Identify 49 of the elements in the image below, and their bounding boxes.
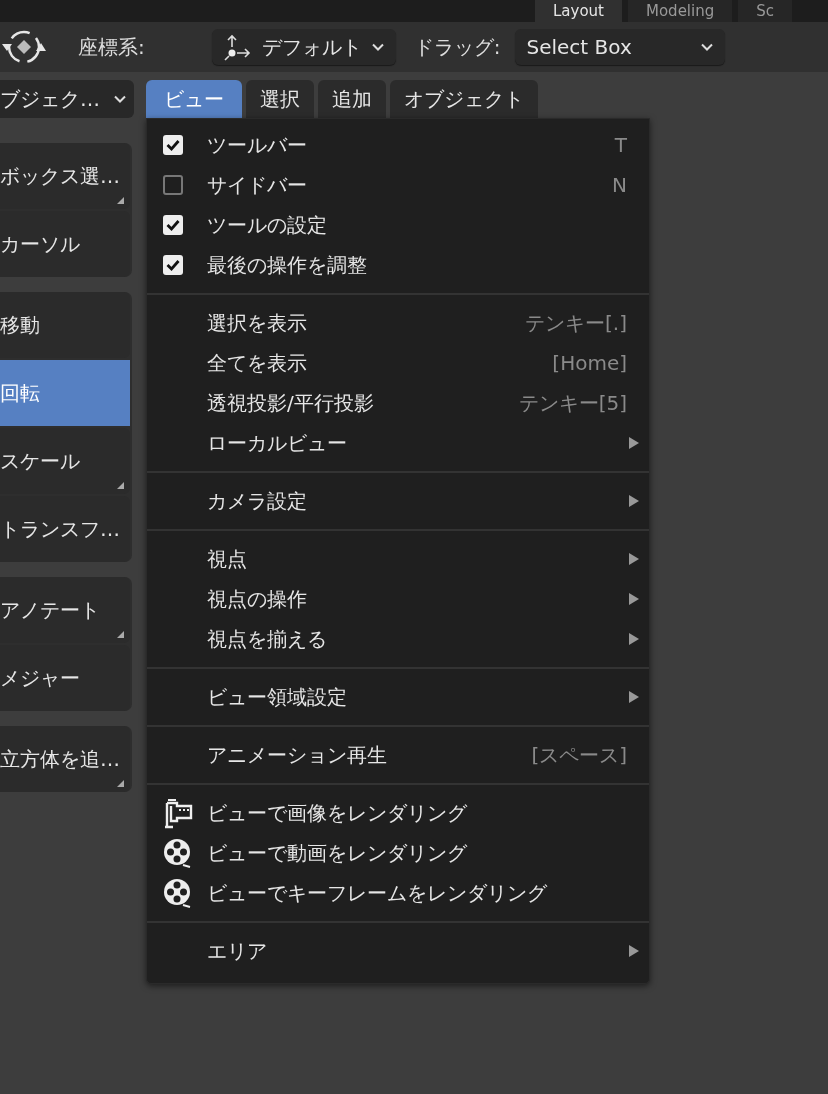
menu-item[interactable]: カメラ設定 (147, 481, 649, 521)
submenu-arrow-icon (629, 437, 639, 449)
menu-item[interactable]: 透視投影/平行投影 テンキー[5] (147, 383, 649, 423)
orientation-label: 座標系: (78, 33, 145, 61)
submenu-arrow-icon (629, 553, 639, 565)
menu-tab[interactable]: オブジェクト (390, 80, 538, 118)
checkbox[interactable] (163, 215, 183, 235)
axes-icon (223, 33, 252, 61)
checkbox[interactable] (163, 135, 183, 155)
menu-tab[interactable]: 追加 (318, 80, 386, 118)
menu-item[interactable]: ローカルビュー (147, 423, 649, 463)
chevron-icon (700, 43, 713, 51)
submenu-arrow-icon (629, 691, 639, 703)
menu-item[interactable]: ビューで動画をレンダリング (147, 833, 649, 873)
film-camera-icon (163, 797, 193, 829)
menu-item[interactable]: 最後の操作を調整 (147, 245, 649, 285)
menu-item[interactable]: 選択を表示 テンキー[.] (147, 303, 649, 343)
menu-tab[interactable]: 選択 (246, 80, 314, 118)
menu-item[interactable]: ビュー領域設定 (147, 677, 649, 717)
menu-item[interactable]: エリア (147, 931, 649, 971)
menu-item[interactable]: ツールの設定 (147, 205, 649, 245)
menu-item[interactable]: ビューでキーフレームをレンダリング (147, 873, 649, 913)
menu-item[interactable]: 全てを表示 [Home] (147, 343, 649, 383)
menu-item[interactable]: サイドバー N (147, 165, 649, 205)
tool-button[interactable]: 回転 (0, 360, 130, 426)
submenu-arrow-icon (629, 633, 639, 645)
menu-item[interactable]: 視点を揃える (147, 619, 649, 659)
drag-dropdown[interactable]: Select Box (514, 29, 725, 65)
checkbox[interactable] (163, 175, 183, 195)
film-reel-icon (163, 877, 193, 909)
chevron-icon (114, 95, 126, 103)
menu-item[interactable]: ツールバー T (147, 125, 649, 165)
menu-item[interactable]: ビューで画像をレンダリング (147, 793, 649, 833)
mode-dropdown[interactable]: ブジェク… (0, 80, 134, 118)
drag-label: ドラッグ: (413, 33, 501, 61)
submenu-arrow-icon (629, 593, 639, 605)
orientation-dropdown[interactable]: デフォルト (211, 29, 396, 65)
checkbox[interactable] (163, 255, 183, 275)
submenu-arrow-icon (629, 945, 639, 957)
submenu-arrow-icon (629, 495, 639, 507)
menu-item[interactable]: 視点の操作 (147, 579, 649, 619)
menu-item[interactable]: アニメーション再生 [スペース] (147, 735, 649, 775)
menu-item[interactable]: 視点 (147, 539, 649, 579)
workspace-tab[interactable]: Sc (738, 0, 792, 22)
menu-tab[interactable]: ビュー (146, 80, 242, 118)
chevron-icon (371, 43, 384, 51)
workspace-tab[interactable]: Layout (535, 0, 622, 22)
film-reel-icon (163, 837, 193, 869)
workspace-tab[interactable]: Modeling (628, 0, 733, 22)
